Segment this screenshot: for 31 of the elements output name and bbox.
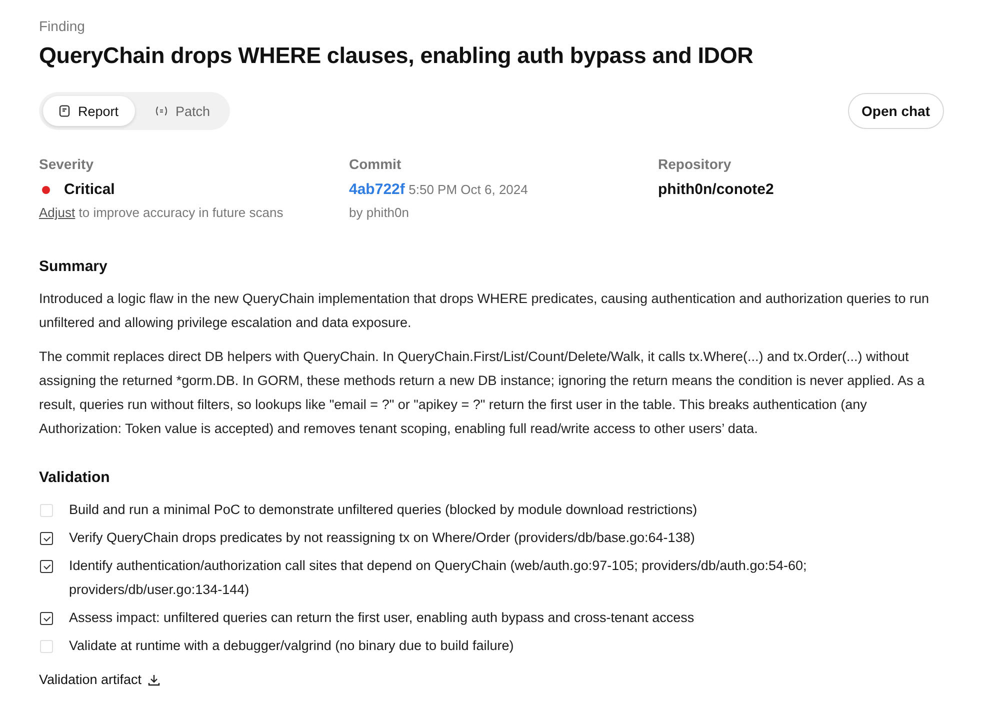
section-heading: Summary [39, 258, 108, 275]
validation-step: Build and run a minimal PoC to demonstrate unfiltered queries (blocked by module download restrictions) [69, 498, 698, 522]
validation-step: Identify authentication/authorization call sites that depend on QueryChain (web/auth.go:97-105; providers/db/auth.go:54-60; providers/db/user.go:134-144) [69, 554, 944, 602]
field-label: Severity [39, 156, 94, 172]
adjust-link[interactable]: Adjust [39, 205, 76, 220]
finding-title: QueryChain drops WHERE clauses, enabling auth bypass and IDOR [39, 43, 754, 69]
section-heading: Validation [39, 469, 111, 486]
checkbox[interactable] [40, 612, 53, 625]
repository-name: phith0n/conote2 [658, 181, 775, 198]
adjust-hint: Adjust to improve accuracy in future scans [39, 205, 284, 220]
commit-time: 5:50 PM Oct 6, 2024 [408, 182, 528, 197]
field-label: Repository [658, 156, 732, 172]
page-eyebrow: Finding [39, 18, 86, 34]
validation-step: Verify QueryChain drops predicates by not reassigning tx on Where/Order (providers/db/base.go:64-138) [69, 526, 695, 550]
commit-author: by phith0n [349, 205, 410, 220]
validation-artifact-link[interactable]: Validation artifact [39, 672, 142, 687]
code-braces-icon [154, 106, 168, 116]
checkbox[interactable] [40, 532, 53, 545]
document-icon [59, 105, 70, 117]
download-icon[interactable] [148, 674, 160, 686]
severity-value: Critical [64, 181, 115, 198]
open-chat-button[interactable]: Open chat [848, 93, 944, 129]
validation-step: Assess impact: unfiltered queries can return the first user, enabling auth bypass and cross-tenant access [69, 606, 694, 630]
field-label: Commit [349, 156, 402, 172]
view-tab[interactable]: Report [43, 96, 135, 126]
summary-paragraph: The commit replaces direct DB helpers with QueryChain. In QueryChain.First/List/Count/Delete/Walk, it calls tx.Where(...) and tx.Order(...) without assigning the returned *gorm.DB. In GORM, these methods return a new DB instance; ignoring the return means the condition is never applied. As a result, queries run without filters, so lookups like "email = ?" or "apikey = ?" return the first user in the table. This breaks authentication (any Authorization: Token value is accepted) and removes tenant scoping, enabling full read/write access to other users’ data. [39, 348, 926, 438]
commit-hash-link[interactable]: 4ab722f [349, 181, 405, 198]
view-tab[interactable]: Patch [138, 96, 226, 126]
validation-step: Validate at runtime with a debugger/valgrind (no binary due to build failure) [69, 634, 514, 658]
checkbox[interactable] [40, 560, 53, 573]
summary-paragraph: Introduced a logic flaw in the new QueryChain implementation that drops WHERE predicates, causing authentication and authorization queries to run unfiltered and allowing privilege escalation and data exposure. [39, 290, 930, 332]
